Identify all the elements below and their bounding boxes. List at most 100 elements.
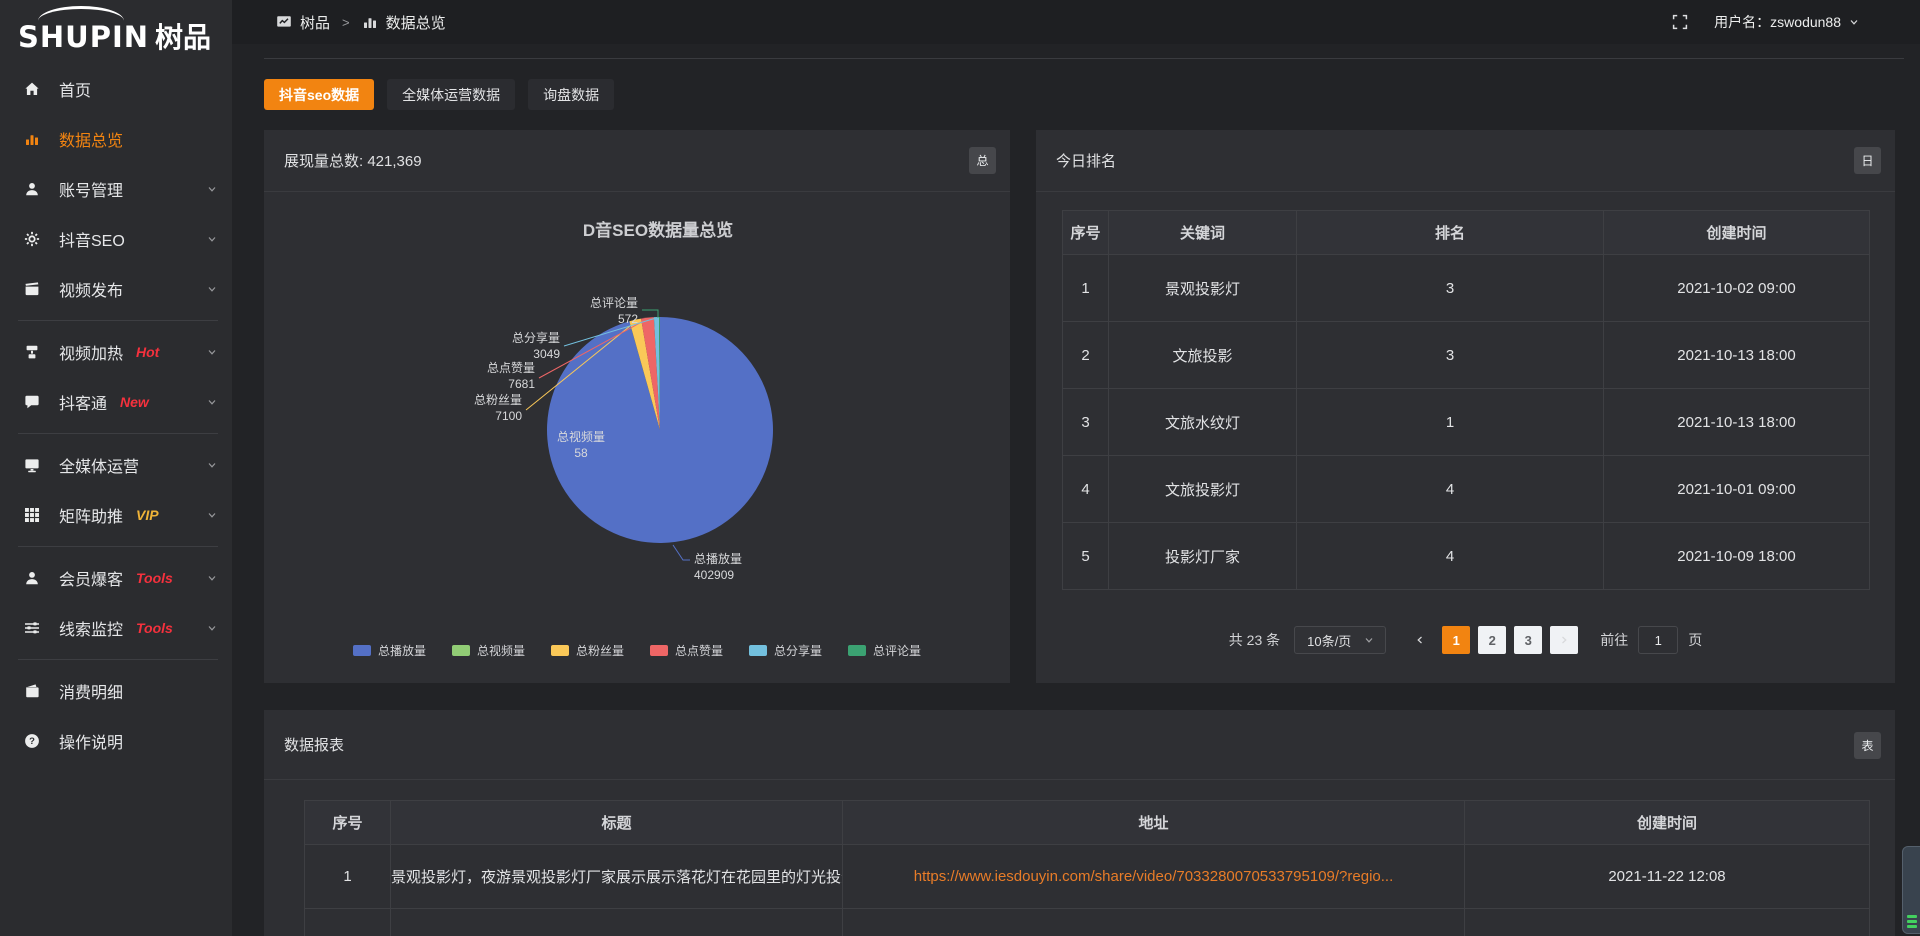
sidebar-item-label: 线索监控 — [59, 616, 123, 640]
col-rank: 排名 — [1297, 211, 1604, 255]
home-icon — [24, 81, 44, 97]
table-row: 1 景观投影灯，夜游景观投影灯厂家展示展示落花灯在花园里的灯光投影应用效果 # … — [305, 845, 1870, 909]
user-menu[interactable]: 用户名：zswodun88 — [1714, 12, 1860, 32]
cell-index: 1 — [1063, 255, 1109, 322]
sidebar-item-clue-monitor[interactable]: 线索监控 Tools — [0, 603, 232, 653]
chevron-down-icon — [206, 346, 218, 358]
pie-chart[interactable]: D音SEO数据量总览总播放量402909总视频量58总粉丝量7100总点赞量76… — [264, 192, 1010, 652]
cell-index: 1 — [305, 845, 391, 909]
grid-icon — [24, 507, 44, 523]
sidebar-item-member-baoke[interactable]: 会员爆客 Tools — [0, 553, 232, 603]
chevron-down-icon — [206, 283, 218, 295]
label-line — [642, 310, 658, 318]
breadcrumb: 树品 > 数据总览 — [276, 12, 446, 33]
sliders-icon — [24, 620, 44, 636]
page-size-value: 10条/页 — [1307, 631, 1351, 650]
chevron-right-icon — [1558, 634, 1570, 646]
sidebar-item-account-manage[interactable]: 账号管理 — [0, 164, 232, 214]
legend-label: 总视频量 — [477, 642, 525, 659]
sidebar-item-label: 矩阵助推 — [59, 503, 123, 527]
goto-page-input[interactable] — [1638, 626, 1678, 654]
gear-icon — [24, 231, 44, 247]
legend-color-box — [551, 645, 569, 656]
page-size-select[interactable]: 10条/页 — [1294, 626, 1386, 654]
cell-title — [391, 909, 843, 936]
sidebar-item-doukertong[interactable]: 抖客通 New — [0, 377, 232, 427]
sidebar-item-matrix-boost[interactable]: 矩阵助推 VIP — [0, 490, 232, 540]
pie-label-name: 总点赞量 — [487, 361, 535, 375]
table-header-row: 序号 标题 地址 创建时间 — [305, 801, 1870, 845]
sidebar-item-consumption-detail[interactable]: 消费明细 — [0, 666, 232, 716]
pie-label-name: 总视频量 — [557, 429, 605, 444]
sidebar-item-label: 账号管理 — [59, 177, 123, 201]
app-logo[interactable]: SHUPIN树品 — [0, 0, 232, 64]
cell-created: 2021-10-02 09:00 — [1604, 255, 1870, 322]
legend-color-box — [749, 645, 767, 656]
fullscreen-icon[interactable] — [1672, 14, 1688, 30]
legend-item-总视频量[interactable]: 总视频量 — [452, 642, 525, 659]
prev-page-button[interactable] — [1406, 626, 1434, 654]
pie-label-value: 7681 — [508, 377, 535, 391]
chevron-down-icon — [206, 396, 218, 408]
cell-title: 景观投影灯，夜游景观投影灯厂家展示展示落花灯在花园里的灯光投影应用效果 # — [391, 845, 843, 909]
cell-index: 2 — [1063, 322, 1109, 389]
pagination: 共 23 条 10条/页 1 2 3 前往 页 — [1036, 626, 1895, 654]
sidebar-menu: 首页 数据总览 账号管理 抖音SEO 视频发布 视频加热 Hot — [0, 64, 232, 766]
tab-media-operation-data[interactable]: 全媒体运营数据 — [387, 79, 515, 110]
legend-item-总播放量[interactable]: 总播放量 — [353, 642, 426, 659]
video-url-link[interactable]: https://www.iesdouyin.com/share/video/70… — [914, 868, 1394, 885]
paint-roller-icon — [24, 344, 44, 360]
sidebar-item-douyin-seo[interactable]: 抖音SEO — [0, 214, 232, 264]
cell-keyword: 景观投影灯 — [1109, 255, 1297, 322]
legend-color-box — [452, 645, 470, 656]
table-badge-button[interactable]: 表 — [1854, 732, 1881, 759]
chevron-down-icon — [1848, 16, 1860, 28]
menu-divider — [18, 433, 218, 434]
logo-arc-decoration — [38, 6, 124, 21]
daily-badge-button[interactable]: 日 — [1854, 147, 1881, 174]
topbar-right: 用户名：zswodun88 — [1672, 12, 1860, 32]
pie-label-value: 58 — [574, 446, 588, 460]
goto-unit-label: 页 — [1688, 630, 1702, 650]
col-keyword: 关键词 — [1109, 211, 1297, 255]
legend-label: 总粉丝量 — [576, 642, 624, 659]
chevron-down-icon — [206, 183, 218, 195]
col-created: 创建时间 — [1604, 211, 1870, 255]
breadcrumb-current[interactable]: 数据总览 — [386, 12, 446, 33]
sidebar-item-video-publish[interactable]: 视频发布 — [0, 264, 232, 314]
total-badge-button[interactable]: 总 — [969, 147, 996, 174]
floating-widget[interactable] — [1902, 846, 1920, 934]
sidebar-item-label: 消费明细 — [59, 679, 123, 703]
sidebar: SHUPIN树品 首页 数据总览 账号管理 抖音SEO 视频发布 视频 — [0, 0, 232, 936]
legend-item-总评论量[interactable]: 总评论量 — [848, 642, 921, 659]
chevron-down-icon — [206, 233, 218, 245]
legend-color-box — [650, 645, 668, 656]
legend-item-总点赞量[interactable]: 总点赞量 — [650, 642, 723, 659]
label-line — [673, 545, 690, 560]
sidebar-item-instructions[interactable]: ? 操作说明 — [0, 716, 232, 766]
cell-keyword: 投影灯厂家 — [1109, 523, 1297, 590]
page-button-2[interactable]: 2 — [1478, 626, 1506, 654]
cell-rank: 3 — [1297, 255, 1604, 322]
chevron-down-icon — [1363, 634, 1375, 646]
page-button-3[interactable]: 3 — [1514, 626, 1542, 654]
table-row: 2 文旅投影 3 2021-10-13 18:00 — [1063, 322, 1870, 389]
report-table: 序号 标题 地址 创建时间 1 景观投影灯，夜游景观投影灯厂家展示展示落花灯在花… — [304, 800, 1870, 936]
ranking-panel-head: 今日排名 — [1036, 130, 1895, 192]
legend-label: 总评论量 — [873, 642, 921, 659]
cell-index: 4 — [1063, 456, 1109, 523]
legend-item-总粉丝量[interactable]: 总粉丝量 — [551, 642, 624, 659]
sidebar-item-home[interactable]: 首页 — [0, 64, 232, 114]
next-page-button[interactable] — [1550, 626, 1578, 654]
sidebar-item-media-operation[interactable]: 全媒体运营 — [0, 440, 232, 490]
tab-douyin-seo-data[interactable]: 抖音seo数据 — [264, 79, 374, 110]
cell-keyword: 文旅投影灯 — [1109, 456, 1297, 523]
tab-inquiry-data[interactable]: 询盘数据 — [528, 79, 614, 110]
cell-url — [843, 909, 1465, 936]
breadcrumb-root[interactable]: 树品 — [300, 12, 330, 33]
legend-item-总分享量[interactable]: 总分享量 — [749, 642, 822, 659]
page-button-1[interactable]: 1 — [1442, 626, 1470, 654]
sidebar-item-video-heat[interactable]: 视频加热 Hot — [0, 327, 232, 377]
sidebar-item-data-overview[interactable]: 数据总览 — [0, 114, 232, 164]
logo-text-en: SHUPIN — [18, 20, 149, 54]
